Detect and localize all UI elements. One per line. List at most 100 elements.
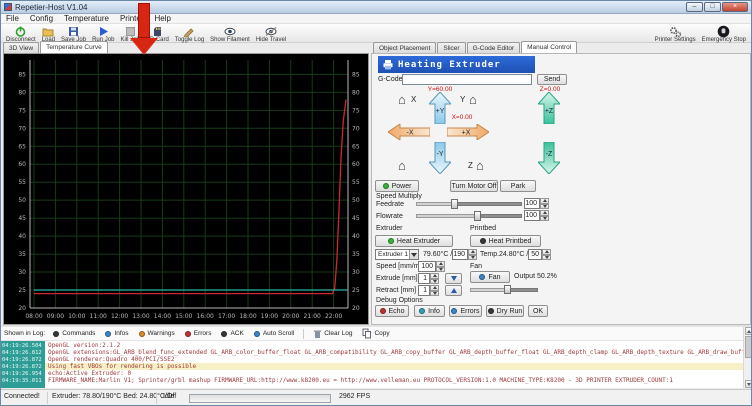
filter-infos-button[interactable]: Infos (101, 328, 132, 340)
home-y-button[interactable]: ⌂ (469, 94, 477, 106)
menu-file[interactable]: File (6, 14, 19, 23)
extruder-selector[interactable]: Extruder 1 (375, 249, 419, 260)
retract-button[interactable] (445, 285, 462, 296)
slider-thumb[interactable] (474, 211, 481, 221)
slider-thumb[interactable] (451, 199, 458, 209)
printer-settings-button[interactable]: Printer Settings (652, 25, 699, 42)
extruder-target-spinner[interactable] (468, 249, 477, 260)
heat-printbed-button[interactable]: Heat Printbed (470, 235, 541, 247)
log-toolbar: Shown in Log: Commands Infos Warnings Er… (1, 327, 743, 341)
extrude-value[interactable]: 1 (418, 273, 430, 284)
menu-config[interactable]: Config (30, 14, 53, 23)
extrude-spinner[interactable] (430, 273, 439, 284)
fan-button[interactable]: Fan (470, 271, 510, 283)
tab-3d-view[interactable]: 3D View (3, 42, 39, 53)
extruder-speed-value[interactable]: 100 (418, 261, 436, 272)
motor-off-button[interactable]: Turn Motor Off (450, 180, 498, 192)
extruder-title: Extruder (376, 225, 402, 232)
extruder-target-value[interactable]: 190 (452, 249, 468, 260)
power-button[interactable]: Power (375, 180, 419, 192)
feedrate-spinner[interactable] (540, 198, 549, 209)
jog-plus-z-button[interactable]: +Z (538, 92, 560, 124)
feedrate-value[interactable]: 100 (524, 198, 540, 209)
svg-text:20:00: 20:00 (282, 313, 299, 320)
disconnect-button[interactable]: Disconnect (3, 25, 39, 42)
load-button[interactable]: Load (39, 25, 58, 42)
temperature-status: Extruder: 78.80/190°C Bed: 24.80°C/Off (52, 393, 176, 400)
close-button[interactable]: × (722, 2, 748, 12)
heat-extruder-button[interactable]: Heat Extruder (375, 235, 453, 247)
filter-errors-button[interactable]: Errors (181, 328, 216, 340)
copy-icon (362, 328, 372, 339)
heat-printbed-led-icon (480, 238, 486, 244)
scroll-up-icon[interactable] (745, 327, 752, 335)
flowrate-spinner[interactable] (540, 210, 549, 221)
debug-info-button[interactable]: Info (414, 305, 445, 317)
park-button[interactable]: Park (500, 180, 536, 192)
tab-gcode-editor[interactable]: G-Code Editor (467, 42, 521, 53)
send-button[interactable]: Send (537, 74, 567, 85)
gcode-input[interactable] (402, 74, 532, 85)
log-scrollbar[interactable] (743, 327, 752, 388)
slider-thumb[interactable] (504, 285, 511, 294)
bed-target-spinner[interactable] (542, 249, 551, 260)
bed-target-value[interactable]: 50 (528, 249, 542, 260)
tab-manual-control[interactable]: Manual Control (521, 41, 577, 53)
trash-icon (313, 329, 322, 339)
ok-button[interactable]: OK (528, 305, 548, 317)
sd-card-button[interactable]: SD Card (143, 25, 172, 42)
flowrate-value[interactable]: 100 (524, 210, 540, 221)
svg-text:70: 70 (18, 125, 26, 132)
clear-log-button[interactable]: Clear Log (309, 328, 356, 340)
emergency-stop-button[interactable]: Emergency Stop (699, 25, 749, 42)
printer-state: Idle (163, 393, 174, 400)
extrude-button[interactable] (445, 273, 462, 284)
tab-slicer[interactable]: Slicer (437, 42, 465, 53)
jog-plus-y-button[interactable]: +Y (429, 92, 451, 124)
run-job-button[interactable]: Run Job (89, 25, 117, 42)
svg-text:+X: +X (462, 130, 471, 137)
kill-job-button[interactable]: Kill Job (117, 25, 142, 42)
svg-text:21:00: 21:00 (304, 313, 321, 320)
scroll-thumb[interactable] (745, 336, 752, 358)
filter-ack-button[interactable]: ACK (217, 328, 247, 340)
maximize-button[interactable]: □ (704, 2, 721, 12)
toggle-log-button[interactable]: Toggle Log (172, 25, 207, 42)
menu-temperature[interactable]: Temperature (64, 14, 109, 23)
fps-indicator: 2962 FPS (339, 393, 370, 400)
jog-minus-z-button[interactable]: -Z (538, 142, 560, 174)
svg-text:85: 85 (352, 71, 360, 78)
home-all-button[interactable]: ⌂ (398, 160, 406, 172)
jog-plus-x-button[interactable]: +X (447, 124, 489, 140)
filter-commands-button[interactable]: Commands (49, 328, 99, 340)
hide-travel-button[interactable]: Hide Travel (253, 25, 289, 42)
copy-button[interactable]: Copy (358, 328, 393, 340)
retract-spinner[interactable] (430, 285, 439, 296)
jog-minus-y-button[interactable]: -Y (429, 142, 451, 174)
tab-object-placement[interactable]: Object Placement (373, 42, 436, 53)
extruder-speed-spinner[interactable] (436, 261, 445, 272)
arrow-up-icon: +Z (538, 92, 560, 124)
scroll-down-icon[interactable] (745, 380, 752, 388)
retract-value[interactable]: 1 (418, 285, 430, 296)
flowrate-slider[interactable] (416, 211, 522, 221)
debug-dry-run-button[interactable]: Dry Run (486, 305, 524, 317)
fan-slider[interactable] (470, 285, 538, 294)
menu-printer[interactable]: Printer (120, 14, 144, 23)
show-filament-button[interactable]: Show Filament (207, 25, 253, 42)
menu-help[interactable]: Help (155, 14, 171, 23)
tab-temperature-curve[interactable]: Temperature Curve (40, 41, 108, 53)
feedrate-slider[interactable] (416, 199, 522, 209)
debug-echo-button[interactable]: Echo (375, 305, 409, 317)
home-x-button[interactable]: ⌂ (398, 94, 406, 106)
auto-scroll-led-icon (254, 331, 260, 337)
filter-warnings-button[interactable]: Warnings (135, 328, 179, 340)
home-z-button[interactable]: ⌂ (476, 160, 484, 172)
home-icon: ⌂ (476, 158, 484, 173)
debug-errors-button[interactable]: Errors (449, 305, 482, 317)
pencil-icon (183, 26, 195, 37)
auto-scroll-button[interactable]: Auto Scroll (250, 328, 298, 340)
minimize-button[interactable]: – (686, 2, 703, 12)
save-job-button[interactable]: Save Job (58, 25, 89, 42)
jog-minus-x-button[interactable]: -X (388, 124, 430, 140)
